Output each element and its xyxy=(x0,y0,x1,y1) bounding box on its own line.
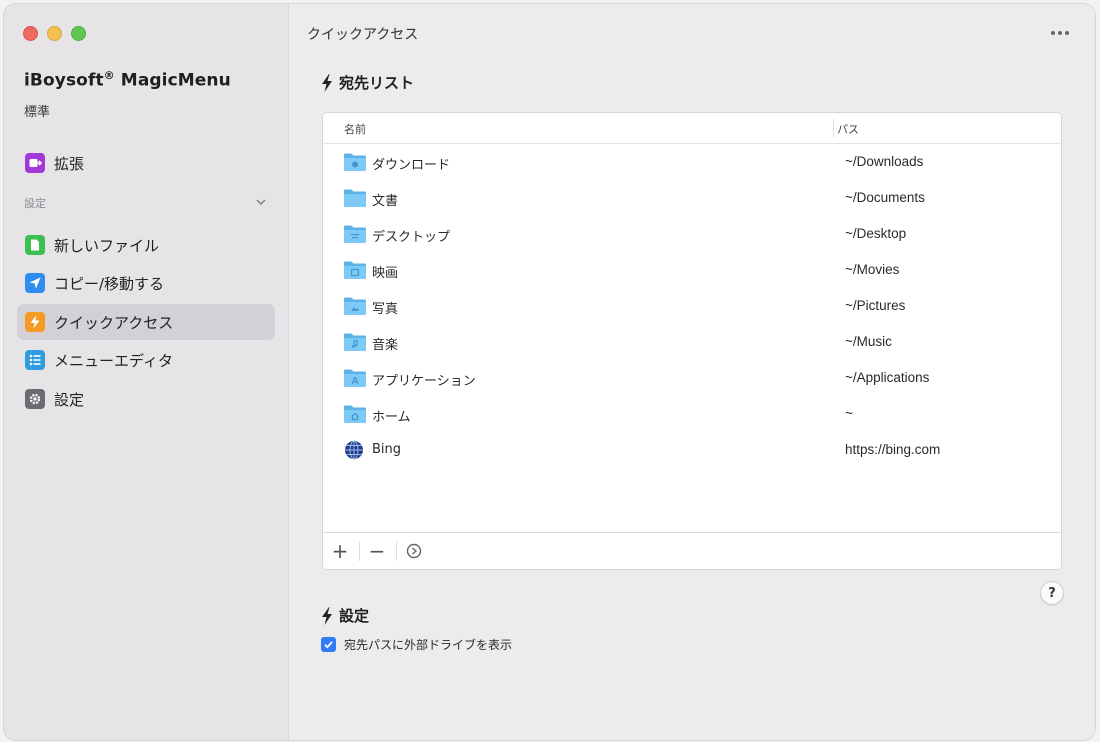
row-name: ホーム xyxy=(372,410,411,425)
movies-folder-icon xyxy=(344,261,366,279)
row-name: アプリケーション xyxy=(372,374,476,389)
list-icon xyxy=(25,350,45,370)
settings-section-header: 設定 xyxy=(24,197,46,210)
row-name: ダウンロード xyxy=(372,158,451,173)
settings-heading: 設定 xyxy=(321,605,369,626)
lightning-icon xyxy=(322,606,332,625)
sidebar-item-label: コピー/移動する xyxy=(54,274,165,293)
desktop-folder-icon xyxy=(344,225,366,243)
table-row[interactable]: ホーム ~ xyxy=(323,396,1061,432)
sidebar-item-label: クイックアクセス xyxy=(54,313,174,332)
table-row[interactable]: 音楽 ~/Music xyxy=(323,324,1061,360)
row-name: 音楽 xyxy=(372,338,399,353)
table-row[interactable]: アプリケーション ~/Applications xyxy=(323,360,1061,396)
new-file-icon xyxy=(25,235,45,255)
sidebar-item-label: 新しいファイル xyxy=(54,236,160,255)
window-controls xyxy=(23,26,86,41)
section-title: 設定 xyxy=(339,607,370,625)
row-name: デスクトップ xyxy=(372,230,451,245)
globe-icon xyxy=(345,440,363,460)
row-path: ~/Music xyxy=(845,334,892,349)
applications-folder-icon xyxy=(344,369,366,387)
registered-mark: ® xyxy=(103,69,115,82)
row-path: ~ xyxy=(845,406,853,421)
sidebar-item-new-file[interactable]: 新しいファイル xyxy=(17,227,275,263)
row-name: 文書 xyxy=(372,194,399,209)
row-name: 写真 xyxy=(372,302,399,317)
row-name: Bing xyxy=(372,442,402,457)
sidebar-item-extension[interactable]: 拡張 xyxy=(17,145,275,181)
column-header-name[interactable]: 名前 xyxy=(344,121,366,137)
checkbox-label[interactable]: 宛先パスに外部ドライブを表示 xyxy=(344,636,512,653)
external-drives-checkbox[interactable] xyxy=(321,637,336,652)
sidebar-item-label: 拡張 xyxy=(54,154,85,173)
row-path: ~/Documents xyxy=(845,190,925,205)
arrow-circle-icon xyxy=(406,543,422,559)
main-panel: クイックアクセス 宛先リスト 名前 パス ダウンロード ~/Downloads … xyxy=(289,4,1095,740)
checkmark-icon xyxy=(324,641,333,649)
home-folder-icon xyxy=(344,405,366,423)
sidebar: iBoysoft® MagicMenu 標準 拡張 設定 新しいファイル コピー… xyxy=(4,4,289,740)
send-arrow-icon xyxy=(25,273,45,293)
sidebar-item-label: 設定 xyxy=(54,390,85,409)
music-folder-icon xyxy=(344,333,366,351)
downloads-folder-icon xyxy=(344,153,366,171)
table-header: 名前 パス xyxy=(323,113,1061,144)
table-row[interactable]: ダウンロード ~/Downloads xyxy=(323,144,1061,180)
app-name-suffix: MagicMenu xyxy=(114,70,231,91)
close-window-button[interactable] xyxy=(23,26,38,41)
help-button[interactable]: ? xyxy=(1040,581,1064,605)
row-path: ~/Desktop xyxy=(845,226,907,241)
extension-icon xyxy=(25,153,45,173)
destination-list-heading: 宛先リスト xyxy=(321,72,414,93)
sidebar-item-settings[interactable]: 設定 xyxy=(17,381,275,417)
add-destination-button[interactable]: + xyxy=(323,539,357,563)
table-row[interactable]: 映画 ~/Movies xyxy=(323,252,1061,288)
remove-destination-button[interactable]: − xyxy=(360,539,394,563)
gear-icon xyxy=(25,389,45,409)
row-path: https://bing.com xyxy=(845,442,941,457)
column-divider[interactable] xyxy=(833,119,834,137)
lightning-icon xyxy=(25,312,45,332)
lightning-icon xyxy=(322,73,332,92)
reveal-destination-button[interactable] xyxy=(397,539,431,563)
destination-table: 名前 パス ダウンロード ~/Downloads 文書 ~/Documents … xyxy=(322,112,1062,570)
row-path: ~/Applications xyxy=(845,370,930,385)
row-path: ~/Movies xyxy=(845,262,900,277)
section-title: 宛先リスト xyxy=(339,74,415,92)
app-name: iBoysoft xyxy=(24,70,104,91)
sidebar-item-label: メニューエディタ xyxy=(54,351,173,370)
zoom-window-button[interactable] xyxy=(71,26,86,41)
minimize-window-button[interactable] xyxy=(47,26,62,41)
table-row[interactable]: 写真 ~/Pictures xyxy=(323,288,1061,324)
table-row[interactable]: デスクトップ ~/Desktop xyxy=(323,216,1061,252)
row-path: ~/Downloads xyxy=(845,154,924,169)
table-row[interactable]: Bing https://bing.com xyxy=(323,432,1061,468)
row-name: 映画 xyxy=(372,266,399,281)
external-drives-option[interactable]: 宛先パスに外部ドライブを表示 xyxy=(321,636,512,653)
table-toolbar: + − xyxy=(323,532,1061,569)
app-edition: 標準 xyxy=(24,105,51,120)
sidebar-item-quick-access[interactable]: クイックアクセス xyxy=(17,304,275,340)
page-title: クイックアクセス xyxy=(307,27,419,43)
pictures-folder-icon xyxy=(344,297,366,315)
sidebar-item-copy-move[interactable]: コピー/移動する xyxy=(17,265,275,301)
chevron-down-icon[interactable] xyxy=(254,195,268,209)
more-options-button[interactable] xyxy=(1047,24,1073,42)
app-title: iBoysoft® MagicMenu xyxy=(24,69,231,91)
sidebar-item-menu-editor[interactable]: メニューエディタ xyxy=(17,342,275,378)
app-window: iBoysoft® MagicMenu 標準 拡張 設定 新しいファイル コピー… xyxy=(4,4,1095,740)
row-path: ~/Pictures xyxy=(845,298,906,313)
column-header-path[interactable]: パス xyxy=(837,121,859,137)
table-row[interactable]: 文書 ~/Documents xyxy=(323,180,1061,216)
documents-folder-icon xyxy=(344,189,366,207)
